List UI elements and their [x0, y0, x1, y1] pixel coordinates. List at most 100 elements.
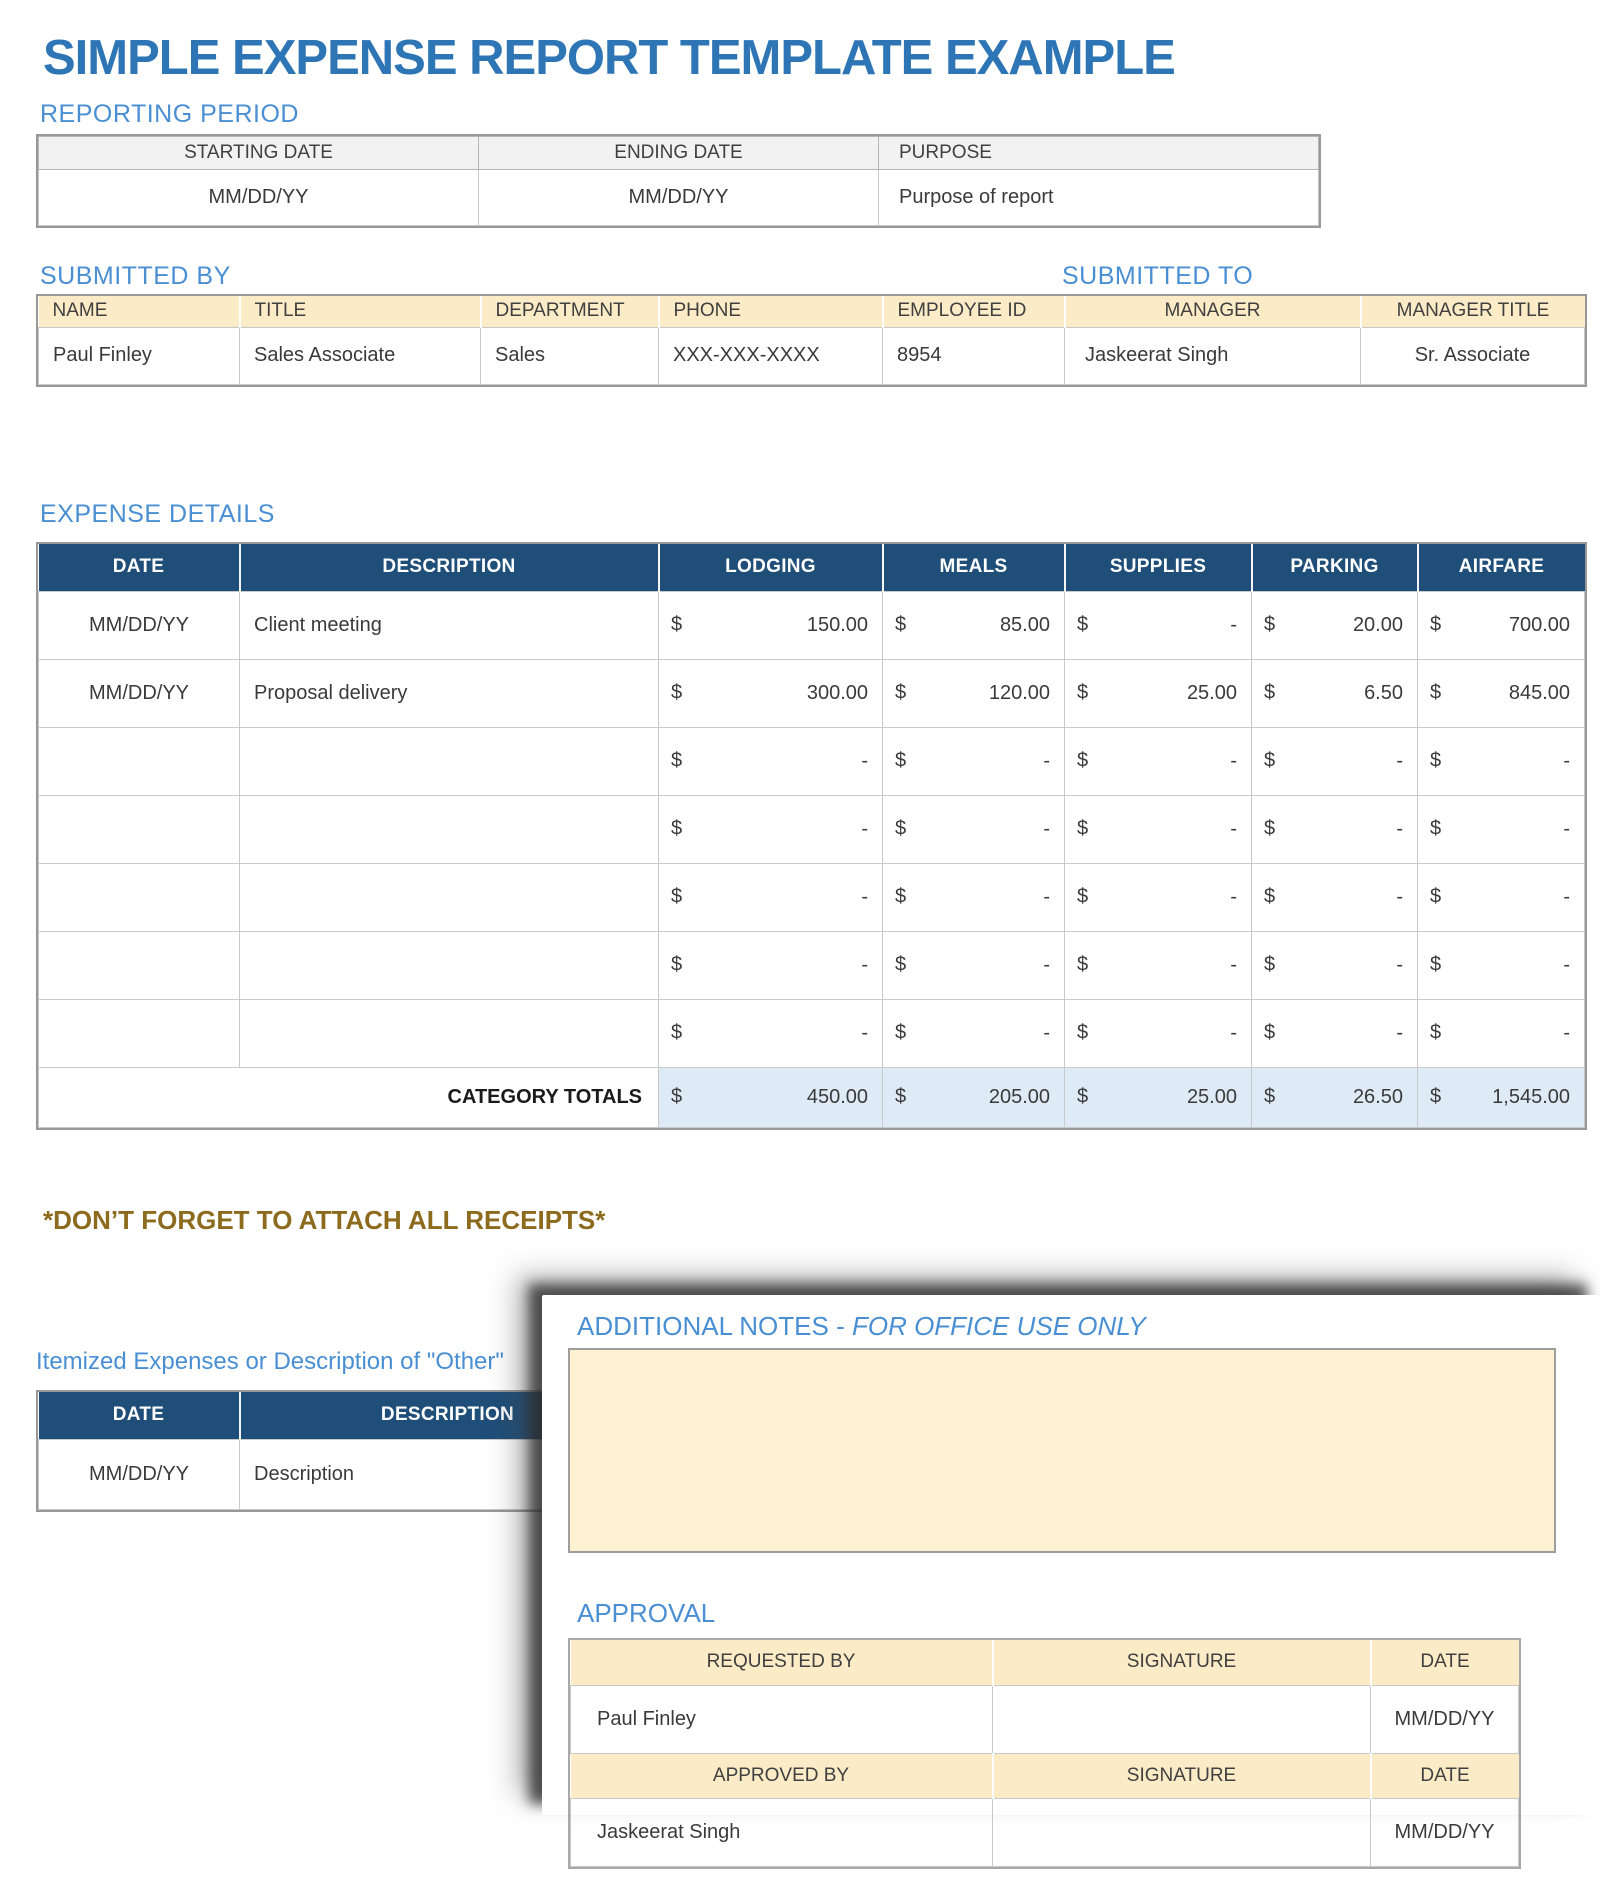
expense-description-cell[interactable] — [239, 998, 659, 1068]
submitted-to-heading: SUBMITTED TO — [1062, 262, 1254, 290]
currency-symbol: $ — [895, 749, 907, 772]
airfare-amount-cell[interactable]: $ - — [1417, 862, 1585, 932]
currency-symbol: $ — [671, 749, 683, 772]
parking-amount-cell[interactable]: $ - — [1251, 794, 1418, 864]
currency-symbol: $ — [1264, 1085, 1276, 1108]
department-field[interactable]: Sales — [480, 326, 659, 385]
expense-description-cell[interactable] — [239, 794, 659, 864]
supplies-total-cell: $25.00 — [1064, 1066, 1252, 1128]
employee-id-field[interactable]: 8954 — [882, 326, 1065, 385]
airfare-amount-cell[interactable]: $ - — [1417, 726, 1585, 796]
approved-date-cell[interactable]: MM/DD/YY — [1370, 1797, 1519, 1867]
meals-total-cell: $205.00 — [882, 1066, 1065, 1128]
expense-table: DATE DESCRIPTION LODGING MEALS SUPPLIES … — [36, 542, 1587, 1130]
expense-description-cell[interactable] — [239, 862, 659, 932]
expense-date-cell[interactable] — [38, 794, 240, 864]
expense-description-cell[interactable] — [239, 930, 659, 1000]
requested-signature-cell[interactable] — [992, 1684, 1371, 1754]
currency-symbol: $ — [671, 817, 683, 840]
purpose-field[interactable]: Purpose of report — [878, 169, 1319, 226]
starting-date-field[interactable]: MM/DD/YY — [38, 169, 479, 226]
ending-date-field[interactable]: MM/DD/YY — [478, 169, 879, 226]
manager-title-field[interactable]: Sr. Associate — [1360, 326, 1585, 385]
expense-row: $ - $ - $ - $ - $ - — [38, 726, 1585, 796]
meals-amount-cell[interactable]: $85.00 — [882, 590, 1065, 660]
supplies-amount-cell[interactable]: $ - — [1064, 794, 1252, 864]
supplies-amount-cell[interactable]: $ - — [1064, 862, 1252, 932]
parking-amount-cell[interactable]: $ - — [1251, 726, 1418, 796]
expense-date-cell[interactable] — [38, 998, 240, 1068]
parking-amount-cell[interactable]: $6.50 — [1251, 658, 1418, 728]
submitted-table: NAME TITLE DEPARTMENT PHONE EMPLOYEE ID … — [36, 294, 1587, 387]
currency-symbol: $ — [1430, 953, 1442, 976]
airfare-amount-cell[interactable]: $ - — [1417, 998, 1585, 1068]
parking-amount-cell[interactable]: $ - — [1251, 862, 1418, 932]
supplies-amount-cell[interactable]: $ - — [1064, 930, 1252, 1000]
airfare-amount-cell[interactable]: $ - — [1417, 794, 1585, 864]
lodging-amount-cell[interactable]: $300.00 — [658, 658, 883, 728]
meals-amount-cell[interactable]: $ - — [882, 726, 1065, 796]
parking-amount-cell[interactable]: $20.00 — [1251, 590, 1418, 660]
requested-by-row: Paul Finley MM/DD/YY — [570, 1684, 1519, 1754]
meals-amount-cell[interactable]: $ - — [882, 862, 1065, 932]
manager-field[interactable]: Jaskeerat Singh — [1064, 326, 1361, 385]
meals-amount-cell[interactable]: $ - — [882, 930, 1065, 1000]
requested-date-cell[interactable]: MM/DD/YY — [1370, 1684, 1519, 1754]
expense-date-cell[interactable]: MM/DD/YY — [38, 658, 240, 728]
purpose-header: PURPOSE — [878, 136, 1319, 170]
itemized-date-cell[interactable]: MM/DD/YY — [38, 1438, 240, 1510]
expense-row: $ - $ - $ - $ - $ - — [38, 998, 1585, 1068]
expense-description-cell[interactable]: Client meeting — [239, 590, 659, 660]
lodging-amount-cell[interactable]: $150.00 — [658, 590, 883, 660]
parking-amount-cell[interactable]: $ - — [1251, 930, 1418, 1000]
lodging-amount-cell[interactable]: $ - — [658, 930, 883, 1000]
parking-amount-cell[interactable]: $ - — [1251, 998, 1418, 1068]
expense-description-cell[interactable] — [239, 726, 659, 796]
expense-row: $ - $ - $ - $ - $ - — [38, 862, 1585, 932]
description-header: DESCRIPTION — [238, 544, 659, 591]
supplies-amount-cell[interactable]: $ - — [1064, 726, 1252, 796]
airfare-amount-cell[interactable]: $ - — [1417, 930, 1585, 1000]
supplies-amount-cell[interactable]: $25.00 — [1064, 658, 1252, 728]
lodging-amount-cell[interactable]: $ - — [658, 794, 883, 864]
currency-symbol: $ — [1077, 749, 1089, 772]
currency-symbol: $ — [671, 613, 683, 636]
currency-symbol: $ — [671, 953, 683, 976]
supplies-amount-cell[interactable]: $ - — [1064, 998, 1252, 1068]
currency-symbol: $ — [1264, 953, 1276, 976]
lodging-amount-cell[interactable]: $ - — [658, 726, 883, 796]
currency-symbol: $ — [1264, 749, 1276, 772]
currency-symbol: $ — [1430, 1021, 1442, 1044]
expense-date-cell[interactable] — [38, 930, 240, 1000]
meals-amount-cell[interactable]: $ - — [882, 794, 1065, 864]
approved-by-name[interactable]: Jaskeerat Singh — [570, 1797, 993, 1867]
airfare-amount-cell[interactable]: $845.00 — [1417, 658, 1585, 728]
name-field[interactable]: Paul Finley — [38, 326, 240, 385]
title-field[interactable]: Sales Associate — [239, 326, 481, 385]
submitted-headings: SUBMITTED BY SUBMITTED TO — [36, 262, 1586, 292]
approved-signature-cell[interactable] — [992, 1797, 1371, 1867]
currency-symbol: $ — [895, 817, 907, 840]
meals-amount-cell[interactable]: $120.00 — [882, 658, 1065, 728]
supplies-header: SUPPLIES — [1063, 544, 1252, 591]
name-header: NAME — [38, 296, 240, 327]
expense-date-cell[interactable] — [38, 862, 240, 932]
supplies-amount-cell[interactable]: $ - — [1064, 590, 1252, 660]
lodging-header: LODGING — [657, 544, 883, 591]
airfare-amount-cell[interactable]: $700.00 — [1417, 590, 1585, 660]
lodging-amount-cell[interactable]: $ - — [658, 862, 883, 932]
additional-notes-area[interactable] — [568, 1348, 1556, 1553]
meals-amount-cell[interactable]: $ - — [882, 998, 1065, 1068]
page-title: SIMPLE EXPENSE REPORT TEMPLATE EXAMPLE — [43, 31, 1176, 85]
requested-by-name[interactable]: Paul Finley — [570, 1684, 993, 1754]
currency-symbol: $ — [895, 953, 907, 976]
expense-date-cell[interactable] — [38, 726, 240, 796]
airfare-header: AIRFARE — [1416, 544, 1585, 591]
expense-description-cell[interactable]: Proposal delivery — [239, 658, 659, 728]
currency-symbol: $ — [1430, 1085, 1442, 1108]
lodging-amount-cell[interactable]: $ - — [658, 998, 883, 1068]
itemized-expenses-heading: Itemized Expenses or Description of "Oth… — [36, 1348, 504, 1375]
expense-row: MM/DD/YY Client meeting $150.00 $85.00 $… — [38, 590, 1585, 660]
expense-date-cell[interactable]: MM/DD/YY — [38, 590, 240, 660]
phone-field[interactable]: XXX-XXX-XXXX — [658, 326, 883, 385]
